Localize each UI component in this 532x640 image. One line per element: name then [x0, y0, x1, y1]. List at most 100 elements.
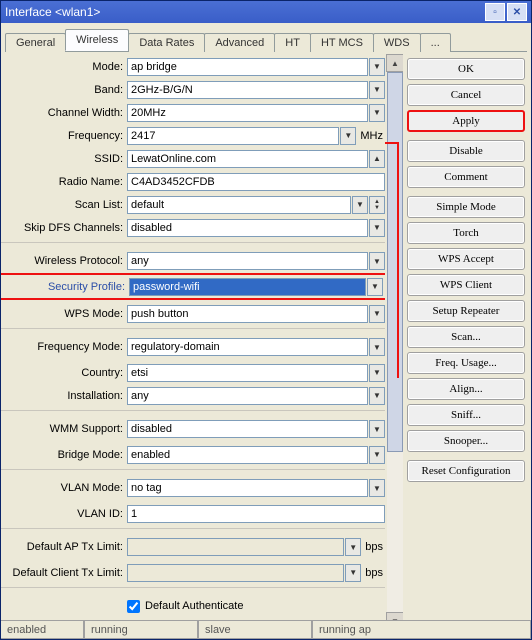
vlan-id-field[interactable]: 1	[127, 505, 385, 523]
label-ssid: SSID:	[1, 153, 127, 165]
torch-button[interactable]: Torch	[407, 222, 525, 244]
tab-wds[interactable]: WDS	[373, 33, 421, 52]
channel-width-field[interactable]: 20MHz	[127, 104, 368, 122]
sidebar: OK Cancel Apply Disable Comment Simple M…	[403, 52, 531, 632]
tab-ht-mcs[interactable]: HT MCS	[310, 33, 374, 52]
frequency-mode-field[interactable]: regulatory-domain	[127, 338, 368, 356]
tab-more[interactable]: ...	[420, 33, 451, 52]
sniff-button[interactable]: Sniff...	[407, 404, 525, 426]
tab-general[interactable]: General	[5, 33, 66, 52]
label-installation: Installation:	[1, 390, 127, 402]
scroll-up-icon[interactable]: ▲	[386, 54, 403, 72]
default-ap-tx-toggle-icon[interactable]: ▼	[345, 538, 361, 556]
country-dropdown-icon[interactable]: ▼	[369, 364, 385, 382]
label-security-profile: Security Profile:	[3, 281, 129, 293]
bridge-mode-field[interactable]: enabled	[127, 446, 368, 464]
tab-wireless[interactable]: Wireless	[65, 29, 129, 51]
security-profile-field[interactable]: password-wifi	[129, 278, 366, 296]
wps-mode-field[interactable]: push button	[127, 305, 368, 323]
label-frequency: Frequency:	[1, 130, 127, 142]
band-field[interactable]: 2GHz-B/G/N	[127, 81, 368, 99]
label-channel-width: Channel Width:	[1, 107, 127, 119]
row-frequency-mode: Frequency Mode: regulatory-domain ▼	[1, 328, 385, 360]
reset-config-button[interactable]: Reset Configuration	[407, 460, 525, 482]
installation-dropdown-icon[interactable]: ▼	[369, 387, 385, 405]
row-vlan-mode: VLAN Mode: no tag ▼	[1, 469, 385, 501]
country-field[interactable]: etsi	[127, 364, 368, 382]
scroll-track[interactable]	[387, 72, 403, 612]
scan-button[interactable]: Scan...	[407, 326, 525, 348]
label-bridge-mode: Bridge Mode:	[1, 449, 127, 461]
wireless-protocol-dropdown-icon[interactable]: ▼	[369, 252, 385, 270]
row-ssid: SSID: LewatOnline.com ▲	[1, 148, 385, 169]
tab-data-rates[interactable]: Data Rates	[128, 33, 205, 52]
ssid-toggle-icon[interactable]: ▲	[369, 150, 385, 168]
scan-list-dropdown-icon[interactable]: ▼	[352, 196, 368, 214]
scroll-thumb[interactable]	[387, 72, 403, 452]
installation-field[interactable]: any	[127, 387, 368, 405]
row-scan-list: Scan List: default ▼ ▲▼	[1, 194, 385, 215]
band-dropdown-icon[interactable]: ▼	[369, 81, 385, 99]
wmm-field[interactable]: disabled	[127, 420, 368, 438]
label-wireless-protocol: Wireless Protocol:	[1, 255, 127, 267]
row-frequency: Frequency: 2417 ▼ MHz	[1, 125, 385, 146]
tab-advanced[interactable]: Advanced	[204, 33, 275, 52]
skip-dfs-dropdown-icon[interactable]: ▼	[369, 219, 385, 237]
wps-client-button[interactable]: WPS Client	[407, 274, 525, 296]
setup-repeater-button[interactable]: Setup Repeater	[407, 300, 525, 322]
disable-button[interactable]: Disable	[407, 140, 525, 162]
simple-mode-button[interactable]: Simple Mode	[407, 196, 525, 218]
tab-bar: General Wireless Data Rates Advanced HT …	[5, 29, 527, 52]
frequency-dropdown-icon[interactable]: ▼	[340, 127, 356, 145]
align-button[interactable]: Align...	[407, 378, 525, 400]
label-scan-list: Scan List:	[1, 199, 127, 211]
ssid-field[interactable]: LewatOnline.com	[127, 150, 368, 168]
minimize-button[interactable]: ▫	[485, 3, 505, 21]
row-wps-mode: WPS Mode: push button ▼	[1, 303, 385, 324]
wps-mode-dropdown-icon[interactable]: ▼	[369, 305, 385, 323]
row-channel-width: Channel Width: 20MHz ▼	[1, 102, 385, 123]
mode-field[interactable]: ap bridge	[127, 58, 368, 76]
mode-dropdown-icon[interactable]: ▼	[369, 58, 385, 76]
vlan-mode-dropdown-icon[interactable]: ▼	[369, 479, 385, 497]
comment-button[interactable]: Comment	[407, 166, 525, 188]
label-vlan-mode: VLAN Mode:	[1, 482, 127, 494]
close-button[interactable]: ✕	[507, 3, 527, 21]
row-default-auth: Default Authenticate	[1, 587, 385, 619]
scan-list-spin-icon[interactable]: ▲▼	[369, 196, 385, 214]
row-wmm: WMM Support: disabled ▼	[1, 410, 385, 442]
default-client-tx-toggle-icon[interactable]: ▼	[345, 564, 361, 582]
tab-ht[interactable]: HT	[274, 33, 311, 52]
status-running-ap: running ap	[312, 621, 531, 639]
freq-usage-button[interactable]: Freq. Usage...	[407, 352, 525, 374]
row-wireless-protocol: Wireless Protocol: any ▼	[1, 242, 385, 274]
default-client-tx-unit: bps	[365, 567, 383, 579]
snooper-button[interactable]: Snooper...	[407, 430, 525, 452]
frequency-unit: MHz	[360, 130, 383, 142]
row-vlan-id: VLAN ID: 1	[1, 503, 385, 524]
vlan-mode-field[interactable]: no tag	[127, 479, 368, 497]
skip-dfs-field[interactable]: disabled	[127, 219, 368, 237]
label-skip-dfs: Skip DFS Channels:	[1, 222, 127, 234]
row-radio-name: Radio Name: C4AD3452CFDB	[1, 171, 385, 192]
default-client-tx-field[interactable]	[127, 564, 344, 582]
radio-name-field[interactable]: C4AD3452CFDB	[127, 173, 385, 191]
default-auth-checkbox[interactable]	[127, 600, 140, 613]
frequency-field[interactable]: 2417	[127, 127, 339, 145]
ok-button[interactable]: OK	[407, 58, 525, 80]
default-ap-tx-field[interactable]	[127, 538, 344, 556]
wps-accept-button[interactable]: WPS Accept	[407, 248, 525, 270]
frequency-mode-dropdown-icon[interactable]: ▼	[369, 338, 385, 356]
cancel-button[interactable]: Cancel	[407, 84, 525, 106]
bridge-mode-dropdown-icon[interactable]: ▼	[369, 446, 385, 464]
security-profile-dropdown-icon[interactable]: ▼	[367, 278, 383, 296]
channel-width-dropdown-icon[interactable]: ▼	[369, 104, 385, 122]
row-mode: Mode: ap bridge ▼	[1, 56, 385, 77]
form-scrollbar[interactable]: ▲ ▼	[387, 54, 403, 630]
apply-button[interactable]: Apply	[407, 110, 525, 132]
scan-list-field[interactable]: default	[127, 196, 351, 214]
default-auth-label: Default Authenticate	[145, 600, 243, 612]
wireless-protocol-field[interactable]: any	[127, 252, 368, 270]
wmm-dropdown-icon[interactable]: ▼	[369, 420, 385, 438]
row-band: Band: 2GHz-B/G/N ▼	[1, 79, 385, 100]
